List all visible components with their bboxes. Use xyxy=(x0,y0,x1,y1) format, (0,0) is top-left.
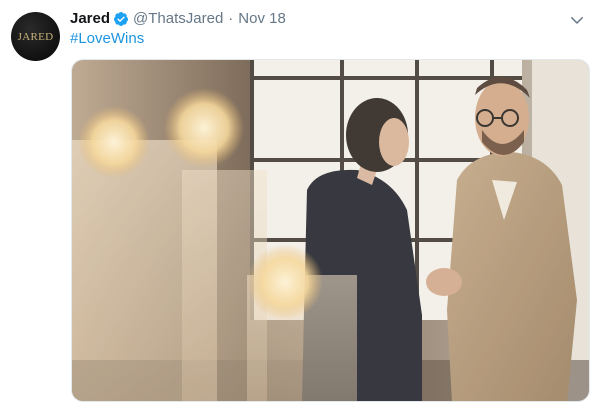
tweet-date[interactable]: Nov 18 xyxy=(238,9,286,29)
avatar-logo: JARED xyxy=(17,30,54,43)
avatar[interactable]: JARED xyxy=(11,12,60,61)
tweet-header: Jared @ThatsJared · Nov 18 xyxy=(70,9,286,29)
photo-illustration xyxy=(72,60,589,401)
chevron-down-icon[interactable] xyxy=(568,11,586,29)
hashtag-link[interactable]: #LoveWins xyxy=(70,29,144,49)
verified-badge-icon xyxy=(114,12,129,26)
author-handle[interactable]: @ThatsJared xyxy=(133,9,223,29)
separator-dot: · xyxy=(228,10,234,27)
tweet-photo[interactable] xyxy=(71,59,590,402)
tweet-card: JARED Jared @ThatsJared · Nov 18 #LoveWi… xyxy=(0,0,600,407)
author-name[interactable]: Jared xyxy=(70,9,110,29)
